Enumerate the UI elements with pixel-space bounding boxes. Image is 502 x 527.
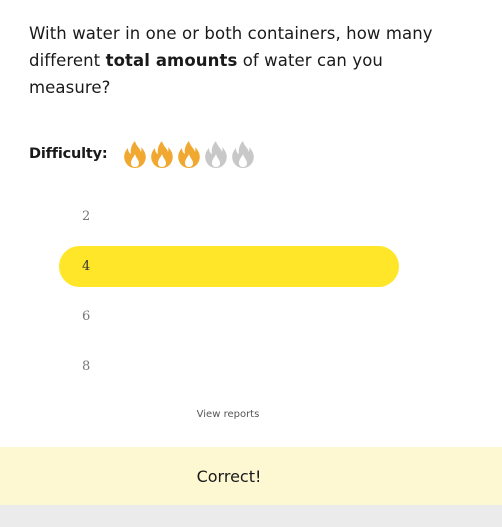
question-text: With water in one or both containers, ho… [29,20,449,101]
flame-icon-active [176,139,202,169]
flame-icon-inactive [230,139,256,169]
flame-icon-active [149,139,175,169]
flame-rating [122,139,256,169]
difficulty-label: Difficulty: [29,146,108,162]
answer-option[interactable]: 6 [59,296,399,337]
answer-options: 2 4 6 8 [59,196,399,396]
flame-icon-active [122,139,148,169]
feedback-banner: Correct! [0,447,502,505]
answer-option[interactable]: 8 [59,346,399,387]
view-reports-link[interactable]: View reports [0,409,456,420]
answer-option-label: 2 [82,209,91,224]
answer-option-label: 8 [82,359,91,374]
question-emphasis: total amounts [105,51,238,70]
difficulty-rating: Difficulty: [29,138,256,170]
flame-icon-inactive [203,139,229,169]
answer-option[interactable]: 2 [59,196,399,237]
answer-option-label: 6 [82,309,91,324]
answer-option[interactable]: 4 [59,246,399,287]
bottom-bar [0,505,502,527]
feedback-text: Correct! [196,466,262,486]
answer-option-label: 4 [82,259,91,274]
